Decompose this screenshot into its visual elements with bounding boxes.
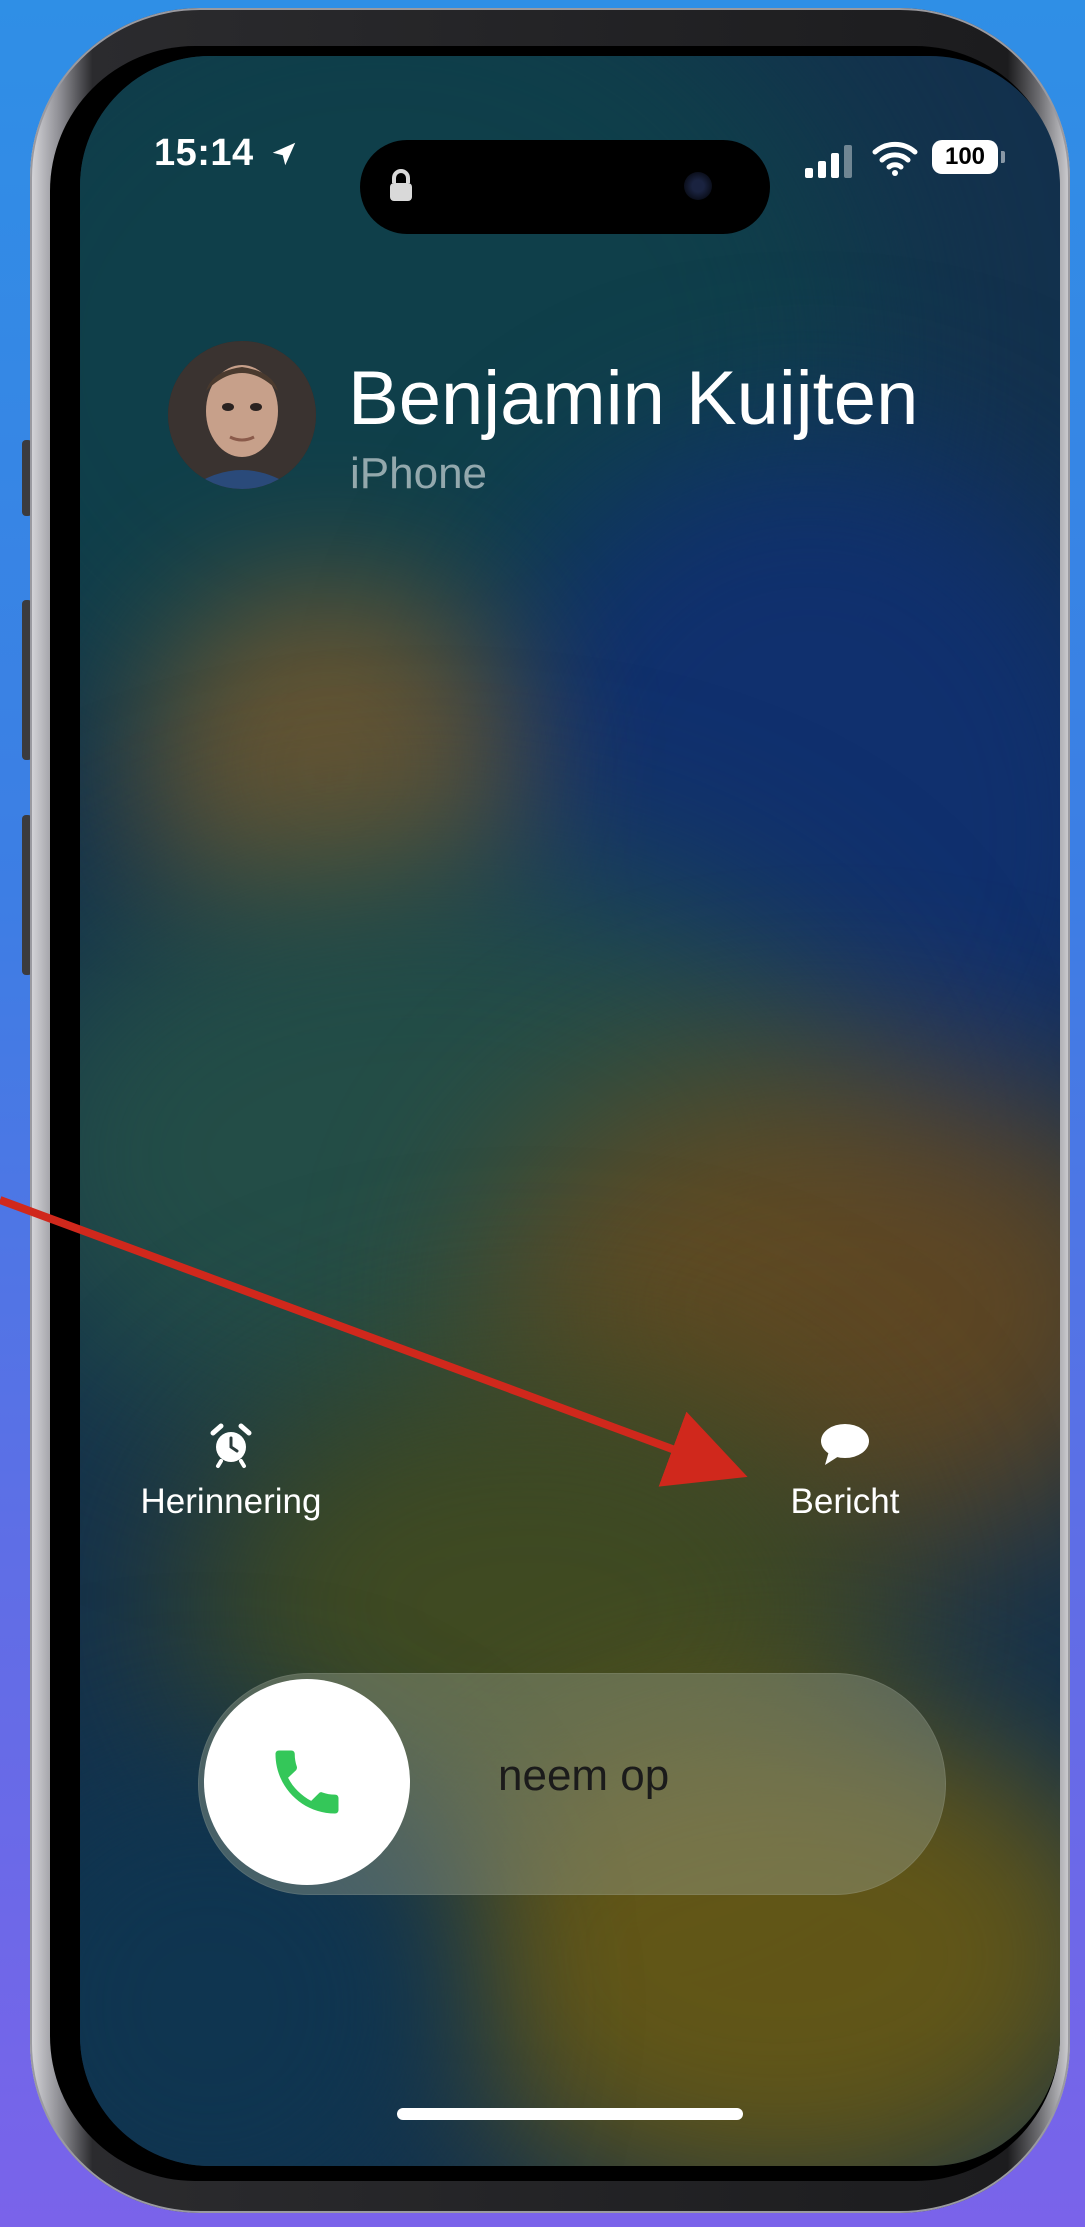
- status-bar: 15:14 100: [80, 110, 1060, 234]
- dynamic-island: [360, 140, 770, 234]
- slide-to-answer[interactable]: neem op: [198, 1673, 946, 1895]
- front-camera: [684, 172, 712, 200]
- avatar: [168, 341, 316, 489]
- message-label: Bericht: [790, 1482, 900, 1521]
- caller-photo: [168, 341, 316, 489]
- answer-knob[interactable]: [204, 1679, 410, 1885]
- remind-me-button[interactable]: Herinnering: [136, 1421, 326, 1522]
- remind-me-label: Herinnering: [140, 1482, 322, 1521]
- caller-name: Benjamin Kuijten: [348, 356, 919, 441]
- incoming-call-screen: 15:14 100 Benjamin Kuijten iPhone Herinn…: [80, 56, 1060, 2166]
- slide-label: neem op: [498, 1751, 670, 1800]
- caller-source: iPhone: [350, 449, 488, 498]
- phone-icon: [275, 1750, 339, 1814]
- message-button[interactable]: Bericht: [770, 1421, 920, 1522]
- battery-icon: 100: [932, 140, 1005, 174]
- home-indicator[interactable]: [397, 2108, 743, 2120]
- location-arrow-icon: [272, 142, 296, 166]
- lock-icon: [390, 169, 412, 201]
- time-text: 15:14: [154, 132, 254, 174]
- status-time: 15:14: [154, 132, 299, 175]
- battery-level: 100: [944, 143, 986, 170]
- signal-icon: [805, 145, 852, 178]
- wifi-icon: [872, 141, 918, 176]
- message-bubble-icon: [821, 1424, 869, 1465]
- alarm-clock-icon: [210, 1423, 252, 1468]
